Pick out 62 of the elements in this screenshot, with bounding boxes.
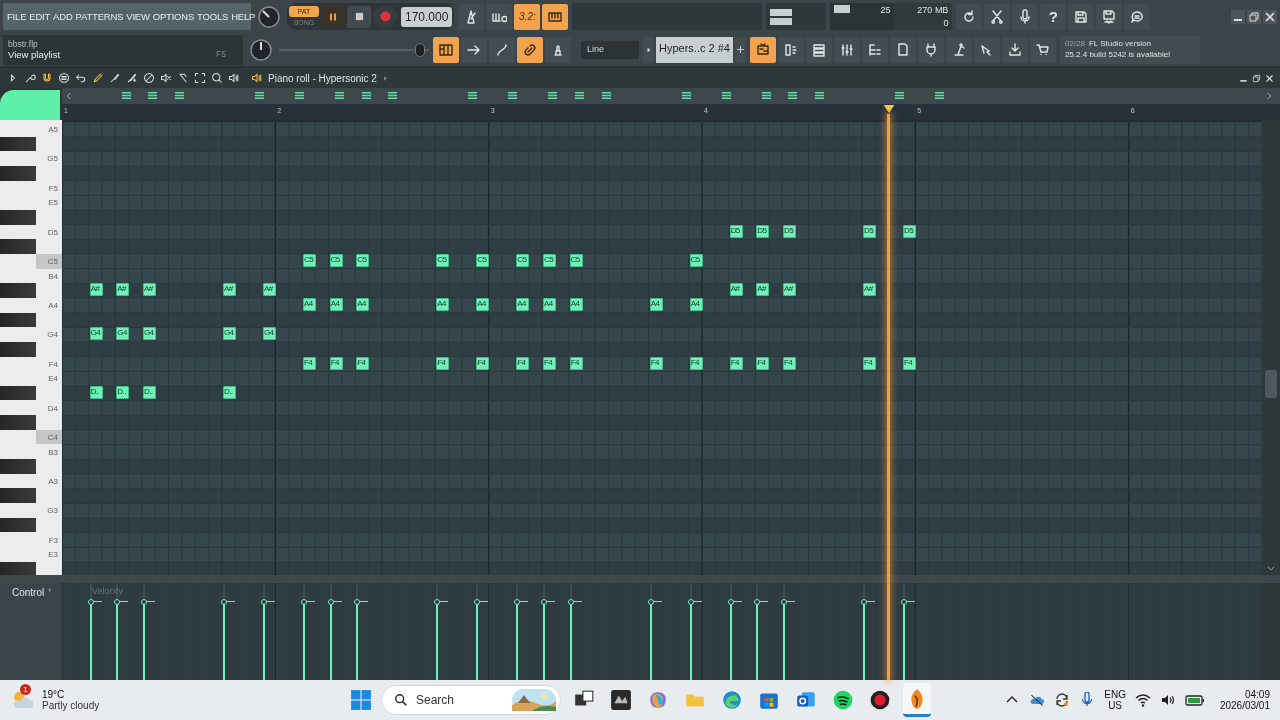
key-label: D4 bbox=[47, 403, 58, 413]
hint-text: View playlist bbox=[8, 49, 61, 60]
clock[interactable]: 04:09 2026/03/01 bbox=[1219, 689, 1270, 711]
weather-text: Partly cloudy bbox=[42, 700, 100, 711]
note[interactable]: D.. bbox=[116, 386, 130, 399]
shortcut-label: F5 bbox=[216, 49, 226, 60]
note[interactable]: C5 bbox=[516, 254, 530, 267]
language-indicator[interactable]: ENG US bbox=[1104, 689, 1126, 711]
menu-item[interactable]: EDIT bbox=[29, 11, 51, 22]
temperature: 19°C bbox=[42, 689, 66, 700]
key-label: A3 bbox=[48, 477, 58, 486]
note[interactable]: A4 bbox=[516, 298, 530, 311]
note[interactable]: C5 bbox=[476, 254, 490, 267]
note[interactable]: C5 bbox=[356, 254, 370, 267]
key-label: G5 bbox=[47, 154, 58, 164]
toolbar-toggle[interactable]: 3.2: bbox=[514, 3, 541, 30]
news-date: 02/28 bbox=[1064, 38, 1085, 48]
note[interactable]: G4 bbox=[116, 327, 130, 341]
memory-value: 270 MB bbox=[917, 5, 949, 15]
key-label: A5 bbox=[48, 125, 58, 134]
note[interactable]: A4 bbox=[436, 298, 450, 311]
file-name: bbstr.flp bbox=[8, 39, 39, 49]
key-label: B3 bbox=[48, 447, 58, 457]
note[interactable]: A# bbox=[116, 283, 130, 297]
menu-item[interactable]: PATTERNS bbox=[75, 11, 124, 22]
news-title: FL Studio version bbox=[1088, 38, 1151, 48]
key-label: C5 bbox=[47, 257, 58, 266]
notification-badge: 1 bbox=[20, 684, 31, 695]
control-label[interactable]: Control bbox=[12, 587, 45, 598]
toolbar-button[interactable]: ? bbox=[1040, 3, 1067, 30]
key-label: A4 bbox=[48, 301, 58, 310]
menu-item[interactable]: ADD bbox=[53, 11, 73, 22]
key-label: E5 bbox=[48, 198, 58, 208]
key-label: E3 bbox=[48, 550, 58, 560]
piano-keyboard[interactable]: A5 G5 F5 E5 D5 C5 B4 A4 G4 F4 E4 D4 C4 B3 A3 G3 F3 E3 bbox=[0, 120, 62, 575]
key-label: D5 bbox=[47, 227, 58, 237]
key-label: E4 bbox=[48, 374, 58, 384]
key-label: B4 bbox=[48, 271, 58, 281]
menu-item[interactable]: OPTIONS bbox=[152, 11, 195, 22]
note[interactable]: A4 bbox=[476, 298, 490, 311]
news-text: 25.2.4 build 5242 is available! bbox=[1064, 49, 1172, 59]
menu-item[interactable]: VIEW bbox=[126, 11, 150, 22]
polyphony-value: 0 bbox=[943, 18, 949, 28]
key-label: F4 bbox=[48, 359, 58, 369]
tempo-field[interactable]: 170.000 bbox=[401, 6, 453, 27]
window-title: Piano roll - Hypersonic 2 bbox=[268, 72, 377, 84]
cpu-value: 25 bbox=[880, 5, 891, 15]
menu-item[interactable]: HELP bbox=[231, 11, 256, 22]
key-label: G4 bbox=[47, 330, 58, 340]
note[interactable]: A4 bbox=[356, 298, 370, 311]
key-label: F5 bbox=[48, 183, 58, 193]
note[interactable]: C5 bbox=[436, 254, 450, 267]
menu-item[interactable]: FILE bbox=[7, 11, 27, 22]
menu-item[interactable]: TOOLS bbox=[197, 11, 229, 22]
news-panel[interactable]: 02/28 FL Studio version 25.2.4 build 5242 is available! bbox=[1059, 35, 1200, 64]
snap-dropdown[interactable]: Line bbox=[581, 40, 639, 59]
note[interactable]: A# bbox=[756, 283, 770, 297]
key-label: C4 bbox=[47, 433, 58, 442]
search-field[interactable]: Search bbox=[381, 685, 561, 715]
pattern-selector[interactable]: Hypers..c 2 #4 bbox=[656, 36, 733, 63]
key-label: G3 bbox=[47, 506, 58, 516]
key-label: F3 bbox=[48, 535, 58, 545]
